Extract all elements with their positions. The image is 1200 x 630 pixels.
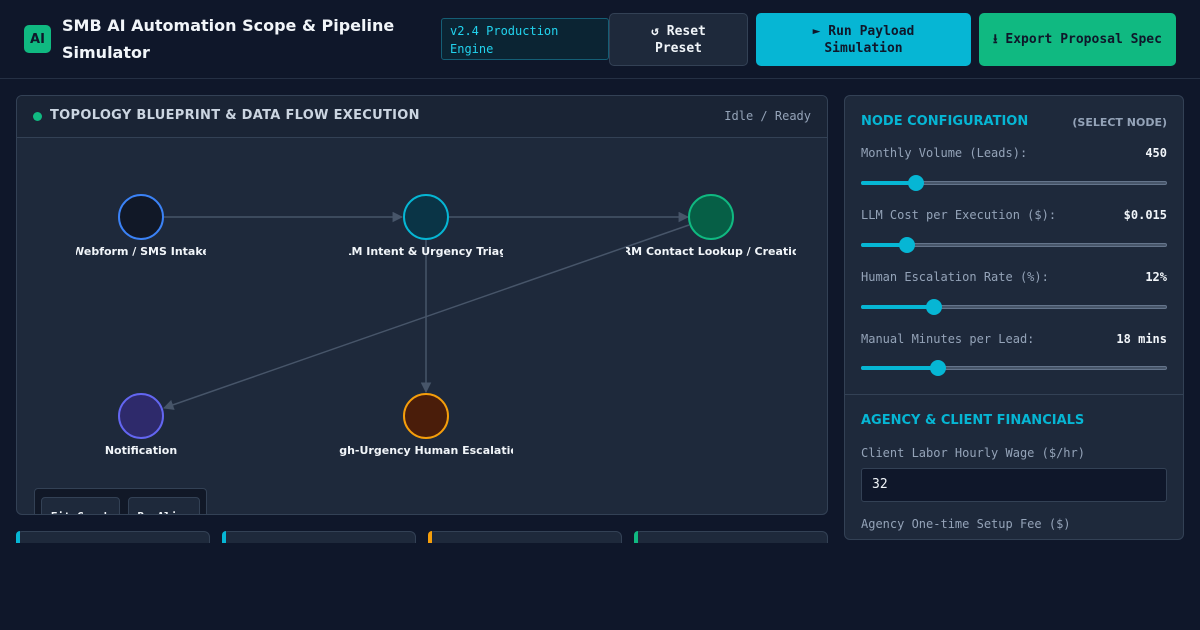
- llm-cost-value: $0.015: [1123, 208, 1167, 222]
- realign-button[interactable]: Re-Align: [128, 497, 200, 514]
- manual-minutes-value: 18 mins: [1116, 332, 1167, 346]
- topology-status: Idle / Ready: [724, 109, 811, 123]
- slider-thumb[interactable]: [930, 360, 946, 376]
- setup-fee-label: Agency One-time Setup Fee ($): [861, 517, 1071, 531]
- app-logo: AI: [24, 25, 51, 53]
- node-intake[interactable]: [118, 194, 164, 240]
- slider-thumb[interactable]: [926, 299, 942, 315]
- slider-thumb[interactable]: [908, 175, 924, 191]
- select-node-hint: (SELECT NODE): [1072, 116, 1167, 129]
- version-badge: v2.4 Production Engine: [441, 18, 609, 60]
- slider-thumb[interactable]: [899, 237, 915, 253]
- slider-fill: [861, 366, 938, 370]
- topology-canvas[interactable]: Webform / SMS Intake LLM Intent & Urgenc…: [17, 138, 828, 515]
- escalation-rate-value: 12%: [1145, 270, 1167, 284]
- page-background: [0, 543, 1200, 630]
- node-label-intake: Webform / SMS Intake: [72, 245, 210, 258]
- wage-label: Client Labor Hourly Wage ($/hr): [861, 446, 1085, 460]
- wage-input[interactable]: 32: [861, 468, 1167, 502]
- llm-cost-label: LLM Cost per Execution ($):: [861, 208, 1057, 222]
- status-dot: [33, 112, 42, 121]
- node-label-crm: CRM Contact Lookup / Creation: [615, 245, 808, 258]
- app-header: AI SMB AI Automation Scope & Pipeline Si…: [0, 0, 1200, 79]
- node-label-triage: LLM Intent & Urgency Triage: [337, 245, 514, 258]
- topology-panel: TOPOLOGY BLUEPRINT & DATA FLOW EXECUTION…: [16, 95, 828, 515]
- node-escalation[interactable]: [403, 393, 449, 439]
- node-config-title: NODE CONFIGURATION: [861, 114, 1029, 129]
- node-label-escalation: High-Urgency Human Escalation: [326, 444, 526, 457]
- config-panel: NODE CONFIGURATION (SELECT NODE) Monthly…: [844, 95, 1184, 540]
- node-triage[interactable]: [403, 194, 449, 240]
- manual-minutes-slider[interactable]: [861, 360, 1167, 376]
- run-simulation-button[interactable]: ► Run Payload Simulation: [756, 13, 971, 66]
- volume-slider[interactable]: [861, 175, 1167, 191]
- node-notify[interactable]: [118, 393, 164, 439]
- section-divider: [845, 394, 1183, 395]
- volume-label: Monthly Volume (Leads):: [861, 146, 1028, 160]
- topology-graph[interactable]: Webform / SMS Intake LLM Intent & Urgenc…: [17, 138, 828, 515]
- escalation-rate-slider[interactable]: [861, 299, 1167, 315]
- fit-graph-button[interactable]: Fit Graph: [41, 497, 120, 514]
- financials-title: AGENCY & CLIENT FINANCIALS: [861, 413, 1085, 428]
- llm-cost-slider[interactable]: [861, 237, 1167, 253]
- escalation-rate-label: Human Escalation Rate (%):: [861, 270, 1049, 284]
- app-title: SMB AI Automation Scope & Pipeline Simul…: [62, 16, 395, 62]
- export-proposal-button[interactable]: ⭳ Export Proposal Spec: [979, 13, 1176, 66]
- manual-minutes-label: Manual Minutes per Lead:: [861, 332, 1035, 346]
- reset-preset-button[interactable]: ↺ Reset Preset: [609, 13, 748, 66]
- volume-value: 450: [1145, 146, 1167, 160]
- graph-controls: Fit Graph Re-Align: [34, 488, 207, 514]
- node-crm[interactable]: [688, 194, 734, 240]
- topology-title: TOPOLOGY BLUEPRINT & DATA FLOW EXECUTION: [50, 108, 420, 123]
- node-label-notify: Notification: [105, 444, 177, 457]
- topology-header: TOPOLOGY BLUEPRINT & DATA FLOW EXECUTION…: [17, 96, 827, 138]
- slider-fill: [861, 305, 934, 309]
